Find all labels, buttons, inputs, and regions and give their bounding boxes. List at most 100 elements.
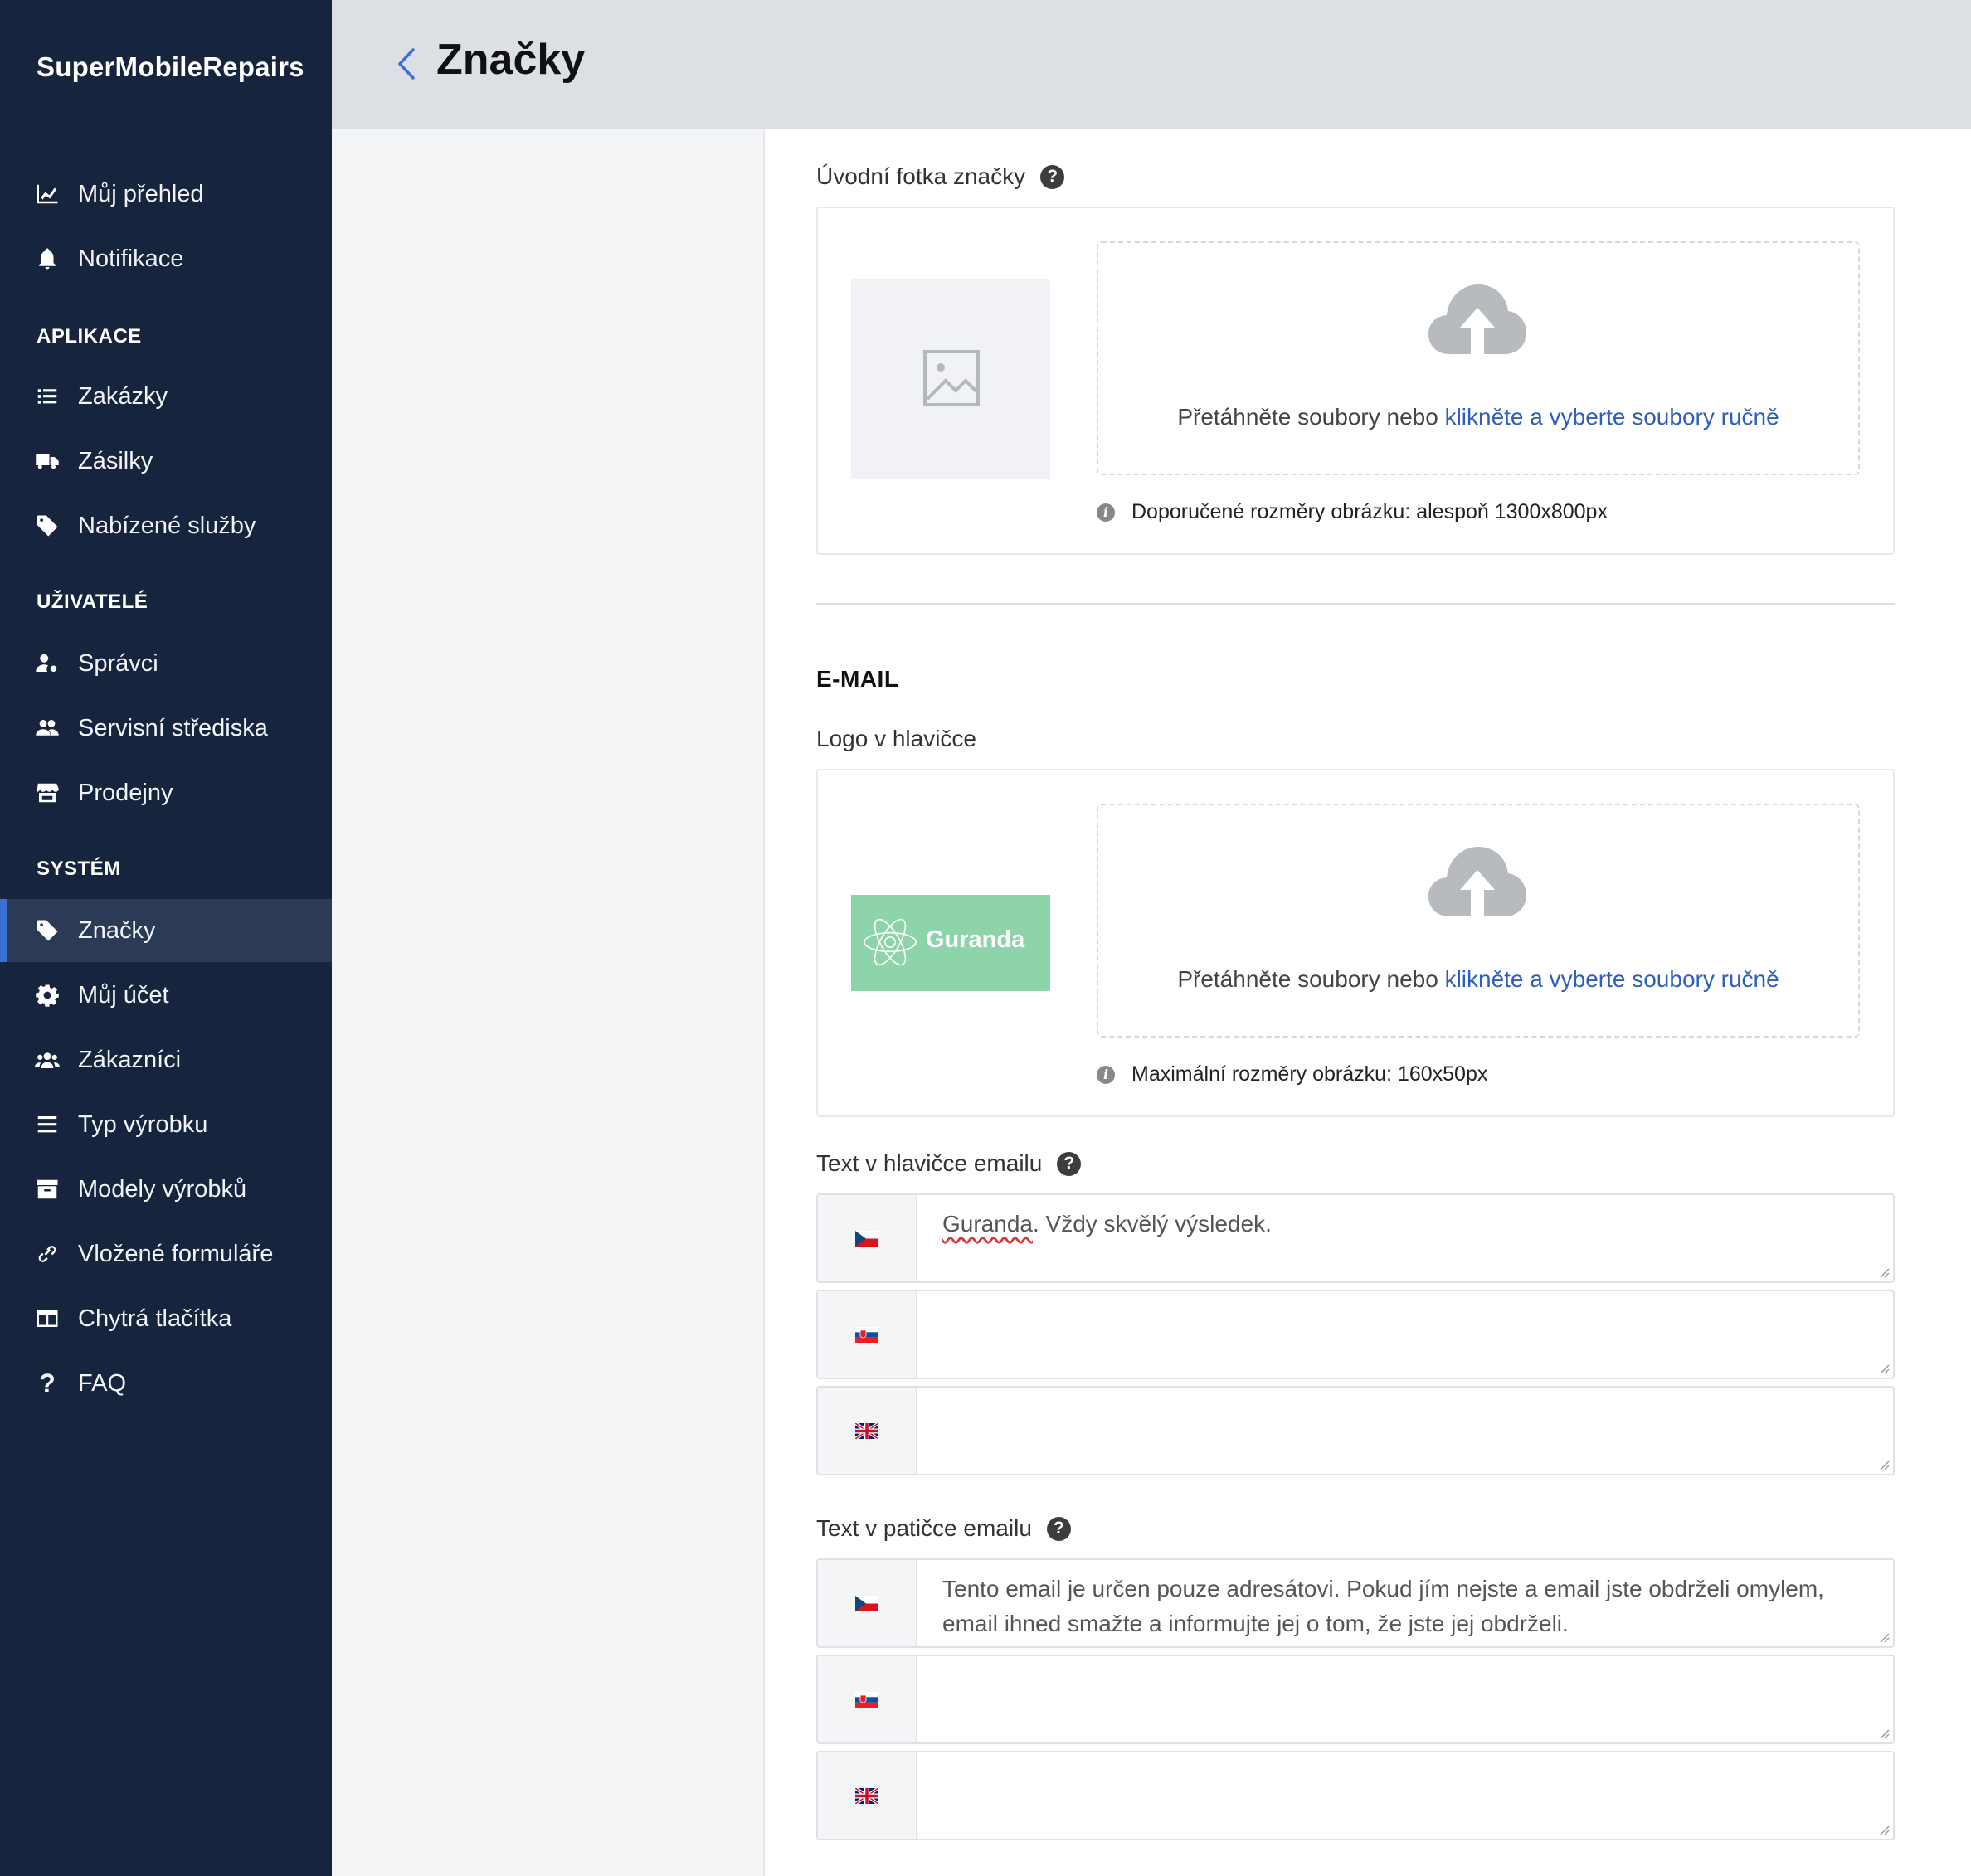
section-title-system: SYSTÉM (36, 858, 121, 880)
footer-text-sk-input[interactable] (917, 1656, 1893, 1742)
chevron-left-icon[interactable] (390, 43, 423, 85)
sidebar-item-stores[interactable]: Prodejny (0, 761, 332, 824)
flag-cz-icon (818, 1560, 917, 1646)
file-dropzone[interactable]: Přetáhněte soubory nebo klikněte a vyber… (1097, 241, 1860, 475)
sidebar-item-admins[interactable]: Správci (0, 632, 332, 695)
sidebar-item-embedded-forms[interactable]: Vložené formuláře (0, 1222, 332, 1285)
user-cog-icon (33, 649, 61, 678)
sidebar-item-product-models[interactable]: Modely výrobků (0, 1158, 332, 1221)
sidebar-item-notifications[interactable]: Notifikace (0, 227, 332, 290)
resize-handle-icon[interactable] (1878, 1459, 1890, 1470)
atom-logo-icon (864, 918, 917, 966)
brand-form-panel: Úvodní fotka značky ? Přetáhněte soubory… (763, 129, 1971, 1876)
image-placeholder (851, 279, 1050, 479)
footer-text-label: Text v patičce emailu ? (816, 1515, 1071, 1542)
info-icon: i (1097, 503, 1115, 522)
footer-text-cz-input[interactable]: Tento email je určen pouze adresátovi. P… (917, 1560, 1893, 1646)
sidebar-item-label: Servisní střediska (78, 714, 268, 741)
sidebar-item-label: Notifikace (78, 245, 184, 272)
flag-gb-icon (818, 1388, 917, 1474)
sidebar: SuperMobileRepairs Můj přehled Notifikac… (0, 0, 332, 1876)
info-icon: i (1097, 1065, 1115, 1084)
resize-handle-icon[interactable] (1878, 1363, 1890, 1374)
gear-icon (33, 981, 61, 1009)
chart-line-icon (33, 180, 61, 208)
help-icon[interactable]: ? (1040, 164, 1065, 189)
intro-photo-hint: i Doporučené rozměry obrázku: alespoň 13… (1097, 500, 1608, 524)
sidebar-item-dashboard[interactable]: Můj přehled (0, 163, 332, 226)
logo-hint: i Maximální rozměry obrázku: 160x50px (1097, 1062, 1487, 1086)
sidebar-item-orders[interactable]: Zakázky (0, 365, 332, 428)
header-logo-label: Logo v hlavičce (816, 726, 977, 751)
sidebar-item-shipments[interactable]: Zásilky (0, 430, 332, 493)
sidebar-item-faq[interactable]: ? FAQ (0, 1352, 332, 1415)
header-text-cz: Guranda. Vždy skvělý výsledek. (816, 1193, 1895, 1283)
section-divider (816, 603, 1895, 605)
header-text-en (816, 1386, 1895, 1475)
columns-icon (33, 1305, 61, 1333)
question-icon: ? (39, 1368, 56, 1398)
users-icon (33, 714, 61, 742)
footer-text-sk (816, 1655, 1895, 1744)
header-text-en-input[interactable] (917, 1388, 1893, 1474)
select-files-link[interactable]: klikněte a vyberte soubory ručně (1445, 404, 1779, 430)
sidebar-item-label: Nabízené služby (78, 512, 256, 539)
help-icon[interactable]: ? (1057, 1151, 1082, 1176)
list-icon (33, 382, 61, 411)
sidebar-item-product-type[interactable]: Typ výrobku (0, 1093, 332, 1156)
sidebar-item-label: Zakázky (78, 382, 168, 410)
sidebar-item-label: Modely výrobků (78, 1175, 247, 1203)
sidebar-item-label: Zásilky (78, 447, 153, 474)
sidebar-item-smart-buttons[interactable]: Chytrá tlačítka (0, 1287, 332, 1350)
flag-cz-icon (818, 1195, 917, 1281)
help-icon[interactable]: ? (1046, 1516, 1071, 1541)
dropzone-text: Přetáhněte soubory nebo klikněte a vyber… (1177, 404, 1779, 430)
sidebar-item-service-centers[interactable]: Servisní střediska (0, 697, 332, 760)
page-title: Značky (436, 36, 586, 84)
truck-icon (33, 447, 61, 475)
tag-icon (33, 916, 61, 945)
sidebar-item-brands[interactable]: Značky (0, 899, 332, 962)
flag-sk-icon (818, 1656, 917, 1742)
intro-photo-uploader: Přetáhněte soubory nebo klikněte a vyber… (816, 207, 1895, 555)
footer-text-en-input[interactable] (917, 1752, 1893, 1839)
bell-icon (33, 245, 61, 273)
resize-handle-icon[interactable] (1878, 1631, 1890, 1643)
footer-text-en (816, 1751, 1895, 1840)
cloud-upload-icon (1428, 847, 1526, 916)
bars-icon (33, 1111, 61, 1139)
sidebar-item-label: Chytrá tlačítka (78, 1305, 232, 1332)
sidebar-item-label: Zákazníci (78, 1046, 182, 1073)
sidebar-item-label: Můj účet (78, 981, 169, 1008)
resize-handle-icon[interactable] (1878, 1728, 1890, 1739)
sidebar-item-customers[interactable]: Zákazníci (0, 1028, 332, 1091)
header-text-cz-input[interactable]: Guranda. Vždy skvělý výsledek. (917, 1195, 1893, 1281)
sidebar-item-label: Vložené formuláře (78, 1240, 274, 1267)
email-section-heading: E-MAIL (816, 666, 899, 692)
sidebar-item-services[interactable]: Nabízené služby (0, 494, 332, 557)
header-logo-uploader: Guranda Přetáhněte soubory nebo klikněte… (816, 769, 1895, 1117)
file-dropzone[interactable]: Přetáhněte soubory nebo klikněte a vyber… (1097, 804, 1860, 1038)
flag-gb-icon (818, 1752, 917, 1839)
tag-icon (33, 512, 61, 540)
users-group-icon (33, 1046, 61, 1074)
dropzone-text: Přetáhněte soubory nebo klikněte a vyber… (1177, 966, 1779, 992)
sidebar-item-label: Značky (78, 916, 156, 944)
sidebar-item-label: Můj přehled (78, 180, 204, 207)
resize-handle-icon[interactable] (1878, 1824, 1890, 1835)
footer-text-cz: Tento email je určen pouze adresátovi. P… (816, 1558, 1895, 1648)
sidebar-item-label: Prodejny (78, 779, 173, 806)
sidebar-item-label: FAQ (78, 1369, 127, 1397)
intro-photo-label: Úvodní fotka značky ? (816, 163, 1065, 190)
store-icon (33, 779, 61, 807)
resize-handle-icon[interactable] (1878, 1266, 1890, 1278)
select-files-link[interactable]: klikněte a vyberte soubory ručně (1445, 966, 1779, 992)
sidebar-item-label: Správci (78, 649, 158, 677)
logo-text: Guranda (926, 926, 1025, 953)
header-text-sk-input[interactable] (917, 1291, 1893, 1378)
header-text-sk (816, 1290, 1895, 1379)
sidebar-item-my-account[interactable]: Můj účet (0, 964, 332, 1027)
brand-logo[interactable]: SuperMobileRepairs (36, 51, 304, 83)
cloud-upload-icon (1428, 284, 1526, 354)
image-icon (923, 350, 980, 406)
